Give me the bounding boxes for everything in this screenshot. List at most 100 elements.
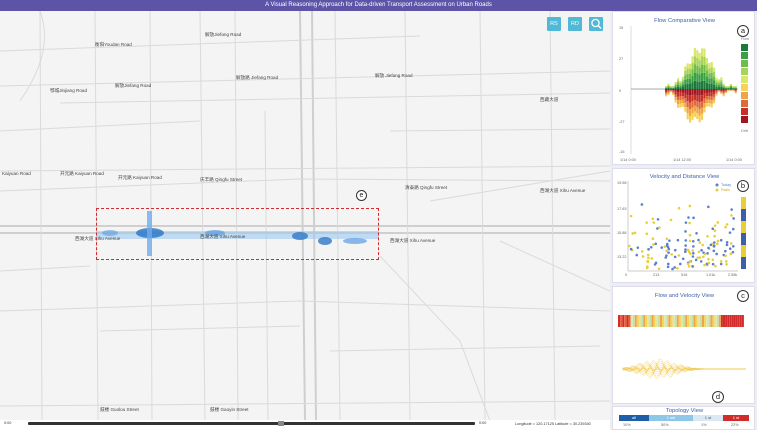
flow-bar-down bbox=[717, 90, 720, 92]
panel-title: Topology View bbox=[665, 408, 704, 414]
time-slider-thumb[interactable] bbox=[278, 421, 284, 426]
road-label: 解放 Jiefang Road bbox=[375, 73, 413, 78]
flow-bar-up bbox=[701, 72, 704, 81]
velocity-distance-panel[interactable]: Velocity and Distance View b Today Ratio… bbox=[612, 168, 755, 283]
road-label: 解放路 Jiefang Road bbox=[236, 75, 279, 80]
scatter-point bbox=[731, 244, 735, 248]
flow-bar-down bbox=[665, 89, 668, 91]
flow-bar-up bbox=[705, 70, 708, 77]
flow-bar-up bbox=[672, 86, 675, 88]
flow-velocity-cell bbox=[697, 315, 700, 327]
flow-bar-down bbox=[677, 92, 680, 97]
scatter-point bbox=[725, 240, 729, 244]
flow-bar-down bbox=[693, 111, 696, 118]
flow-bar-up bbox=[679, 85, 682, 88]
scatter-point bbox=[676, 266, 679, 270]
scatter-point bbox=[649, 245, 653, 249]
scatter-point bbox=[666, 262, 670, 266]
flow-bar-up bbox=[696, 73, 699, 82]
road-label: 鼓楼 Gaoyin Street bbox=[210, 407, 249, 412]
flow-bar-up bbox=[686, 78, 689, 84]
flow-bar-up bbox=[681, 76, 684, 80]
scatter-point bbox=[699, 260, 703, 263]
scatter-point bbox=[706, 252, 709, 255]
scatter-point bbox=[651, 237, 655, 241]
flow-bar-up bbox=[681, 86, 684, 89]
topology-segment[interactable]: all bbox=[619, 415, 649, 421]
scatter-point bbox=[673, 248, 677, 252]
flow-velocity-cell bbox=[620, 315, 623, 327]
flow-bar-down bbox=[669, 91, 672, 93]
flow-bar-down bbox=[720, 93, 723, 95]
rd-button[interactable]: RD bbox=[568, 17, 582, 31]
topology-segment[interactable]: 1 st bbox=[693, 415, 723, 421]
flow-bar-down bbox=[674, 89, 677, 92]
topology-tick: 22% bbox=[731, 423, 739, 427]
map-view[interactable]: 衡阳Youdan Road 解放Jiefang Road 解放Jiefang R… bbox=[0, 11, 610, 421]
flow-bar-up bbox=[674, 84, 677, 87]
flow-bar-down bbox=[686, 95, 689, 102]
flow-bar-down bbox=[686, 113, 689, 120]
flow-bar-up bbox=[703, 72, 706, 81]
selection-box[interactable] bbox=[96, 208, 379, 260]
time-slider[interactable] bbox=[28, 421, 475, 426]
scatter-point bbox=[677, 254, 681, 257]
flow-bar-down bbox=[672, 91, 675, 93]
scatter-color-bar bbox=[741, 245, 746, 257]
search-button[interactable] bbox=[589, 17, 603, 31]
scatter-point bbox=[646, 265, 649, 268]
flow-bar-up bbox=[691, 75, 694, 83]
scatter-point bbox=[677, 206, 681, 210]
flow-bar-up bbox=[684, 66, 687, 71]
scatter-point bbox=[725, 243, 729, 247]
flow-velocity-cell bbox=[693, 315, 696, 327]
topology-segment[interactable]: 1 sel bbox=[649, 415, 693, 421]
flow-bar-down bbox=[696, 101, 699, 108]
flow-velocity-cell bbox=[731, 315, 734, 327]
scatter-point bbox=[646, 260, 650, 264]
flow-velocity-cell bbox=[720, 315, 723, 327]
scatter-point bbox=[713, 234, 716, 238]
flow-bar-down bbox=[693, 94, 696, 101]
scatter-point bbox=[703, 252, 707, 256]
flow-velocity-cell bbox=[685, 315, 688, 327]
flow-bar-up bbox=[734, 86, 737, 87]
scatter-point bbox=[665, 249, 668, 253]
scatter-point bbox=[728, 247, 732, 251]
flow-velocity-cell bbox=[723, 315, 725, 327]
flow-bar-up bbox=[667, 87, 670, 89]
rs-button[interactable]: RS bbox=[547, 17, 561, 31]
topology-segment[interactable]: 1 st bbox=[723, 415, 749, 421]
road-label: Kaiyuan Road bbox=[2, 171, 31, 176]
flow-bar-up bbox=[717, 81, 720, 84]
scatter-point bbox=[652, 243, 655, 246]
flow-bar-up bbox=[696, 57, 699, 66]
flow-comparative-panel[interactable]: Flow Comparative View a 15 27 0 -27 -15 … bbox=[612, 11, 755, 165]
scatter-point bbox=[668, 239, 671, 242]
legend-label: Drift bbox=[741, 129, 748, 133]
scatter-point bbox=[692, 245, 695, 248]
scatter-point bbox=[716, 221, 720, 224]
flow-bar-down bbox=[674, 94, 677, 98]
flow-bar-up bbox=[698, 81, 701, 89]
topology-bar[interactable]: all 1 sel 1 st 1 st bbox=[619, 415, 749, 421]
scatter-point bbox=[670, 253, 673, 256]
flow-bar-down bbox=[674, 97, 677, 100]
flow-bar-up bbox=[729, 83, 732, 85]
scatter-point bbox=[633, 231, 637, 235]
flow-bar-up bbox=[665, 88, 668, 89]
flow-bar-up bbox=[727, 86, 730, 88]
search-icon bbox=[591, 18, 602, 29]
scatter-point bbox=[660, 246, 664, 249]
flow-bar-up bbox=[698, 52, 701, 61]
road-label: 衡阳Youdan Road bbox=[95, 42, 132, 47]
flow-velocity-panel[interactable]: Flow and Velocity View c d bbox=[612, 286, 755, 404]
topology-panel[interactable]: Topology View all 1 sel 1 st 1 st 10% 50… bbox=[612, 406, 755, 430]
flow-bar-down bbox=[674, 99, 677, 103]
scatter-point bbox=[652, 221, 656, 224]
flow-bar-down bbox=[717, 89, 720, 91]
flow-bar-up bbox=[674, 83, 677, 85]
flow-bar-up bbox=[725, 87, 728, 89]
coordinate-readout: Longitude = 120.17125 Latitude = 30.2393… bbox=[515, 422, 591, 426]
flow-velocity-cell bbox=[668, 315, 671, 327]
